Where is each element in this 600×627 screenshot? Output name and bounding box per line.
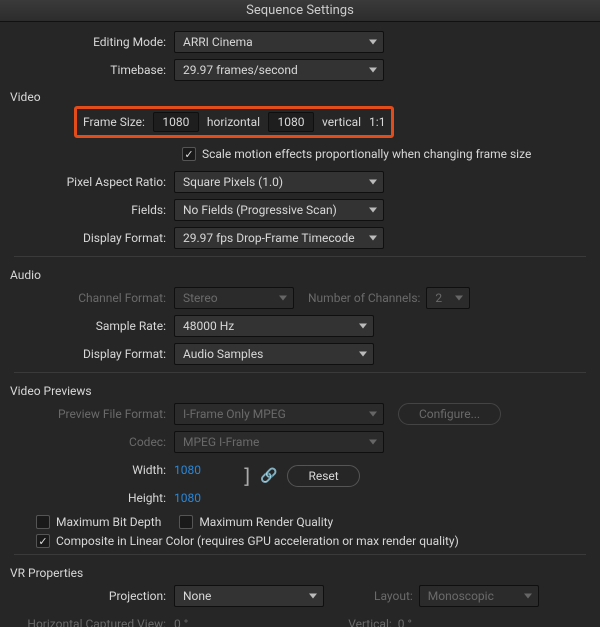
max-bit-depth-label: Maximum Bit Depth (56, 515, 161, 529)
vr-vertical-label: Vertical: (348, 617, 398, 627)
max-render-quality-label: Maximum Render Quality (199, 515, 333, 529)
video-section-title: Video (10, 90, 586, 104)
timebase-label: Timebase: (14, 63, 174, 77)
fields-select[interactable]: No Fields (Progressive Scan) (174, 199, 384, 221)
timebase-value: 29.97 frames/second (183, 63, 298, 77)
max-bit-depth-checkbox[interactable] (36, 515, 50, 529)
preview-file-format-select: I-Frame Only MPEG (174, 403, 384, 425)
timebase-select[interactable]: 29.97 frames/second (174, 59, 384, 81)
num-channels-label: Number of Channels: (308, 291, 426, 305)
chevron-down-icon (369, 68, 377, 73)
chevron-down-icon (369, 440, 377, 445)
codec-select: MPEG I-Frame (174, 431, 384, 453)
par-select[interactable]: Square Pixels (1.0) (174, 171, 384, 193)
chevron-down-icon (279, 296, 287, 301)
chevron-down-icon (309, 594, 317, 599)
frame-size-label: Frame Size: (83, 115, 145, 129)
chevron-down-icon (369, 180, 377, 185)
configure-button: Configure... (398, 403, 501, 425)
titlebar: Sequence Settings (0, 0, 600, 22)
fields-label: Fields: (14, 203, 174, 217)
channel-format-label: Channel Format: (14, 291, 174, 305)
link-bracket-icon: ] (241, 464, 250, 488)
max-render-quality-checkbox[interactable] (179, 515, 193, 529)
audio-display-format-label: Display Format: (14, 347, 174, 361)
preview-width-label: Width: (14, 463, 174, 477)
horizontal-label: horizontal (207, 115, 260, 129)
vertical-label: vertical (322, 115, 361, 129)
frame-height-input[interactable]: 1080 (268, 112, 314, 132)
video-display-format-label: Display Format: (14, 231, 174, 245)
sequence-settings-window: Sequence Settings Editing Mode: ARRI Cin… (0, 0, 600, 627)
preview-width-value[interactable]: 1080 (174, 463, 201, 477)
scale-effects-label: Scale motion effects proportionally when… (202, 147, 531, 161)
scale-effects-checkbox[interactable] (182, 147, 196, 161)
sample-rate-label: Sample Rate: (14, 319, 174, 333)
projection-select[interactable]: None (174, 585, 324, 607)
editing-mode-select[interactable]: ARRI Cinema (174, 31, 384, 53)
chevron-down-icon (369, 236, 377, 241)
par-label: Pixel Aspect Ratio: (14, 175, 174, 189)
projection-label: Projection: (14, 589, 174, 603)
hcv-label: Horizontal Captured View: (14, 617, 174, 627)
preview-height-label: Height: (14, 491, 174, 505)
composite-linear-checkbox[interactable] (36, 534, 50, 548)
chevron-down-icon (455, 296, 463, 301)
previews-section-title: Video Previews (10, 384, 586, 398)
preview-file-format-label: Preview File Format: (14, 407, 174, 421)
hcv-value: 0 ° (174, 617, 188, 627)
channel-format-select: Stereo (174, 287, 294, 309)
chevron-down-icon (359, 352, 367, 357)
audio-section-title: Audio (10, 268, 586, 282)
content: Editing Mode: ARRI Cinema Timebase: 29.9… (0, 22, 600, 627)
layout-label: Layout: (374, 589, 419, 603)
editing-mode-value: ARRI Cinema (183, 35, 253, 49)
link-chain-icon[interactable]: 🔗 (260, 468, 277, 484)
chevron-down-icon (369, 40, 377, 45)
chevron-down-icon (369, 208, 377, 213)
chevron-down-icon (524, 594, 532, 599)
vr-section-title: VR Properties (10, 566, 586, 580)
video-display-format-select[interactable]: 29.97 fps Drop-Frame Timecode (174, 227, 384, 249)
preview-height-value[interactable]: 1080 (174, 491, 201, 505)
sample-rate-select[interactable]: 48000 Hz (174, 315, 374, 337)
frame-size-highlight: Frame Size: 1080 horizontal 1080 vertica… (74, 106, 394, 138)
layout-select: Monoscopic (419, 585, 539, 607)
reset-button[interactable]: Reset (287, 465, 359, 487)
audio-display-format-select[interactable]: Audio Samples (174, 343, 374, 365)
frame-width-input[interactable]: 1080 (153, 112, 199, 132)
composite-linear-label: Composite in Linear Color (requires GPU … (56, 534, 459, 548)
aspect-ratio-display: 1:1 (369, 115, 385, 129)
num-channels-select: 2 (426, 287, 470, 309)
codec-label: Codec: (14, 435, 174, 449)
editing-mode-label: Editing Mode: (14, 35, 174, 49)
window-title: Sequence Settings (246, 3, 354, 18)
chevron-down-icon (359, 324, 367, 329)
chevron-down-icon (369, 412, 377, 417)
vr-vertical-value: 0 ° (398, 617, 412, 627)
